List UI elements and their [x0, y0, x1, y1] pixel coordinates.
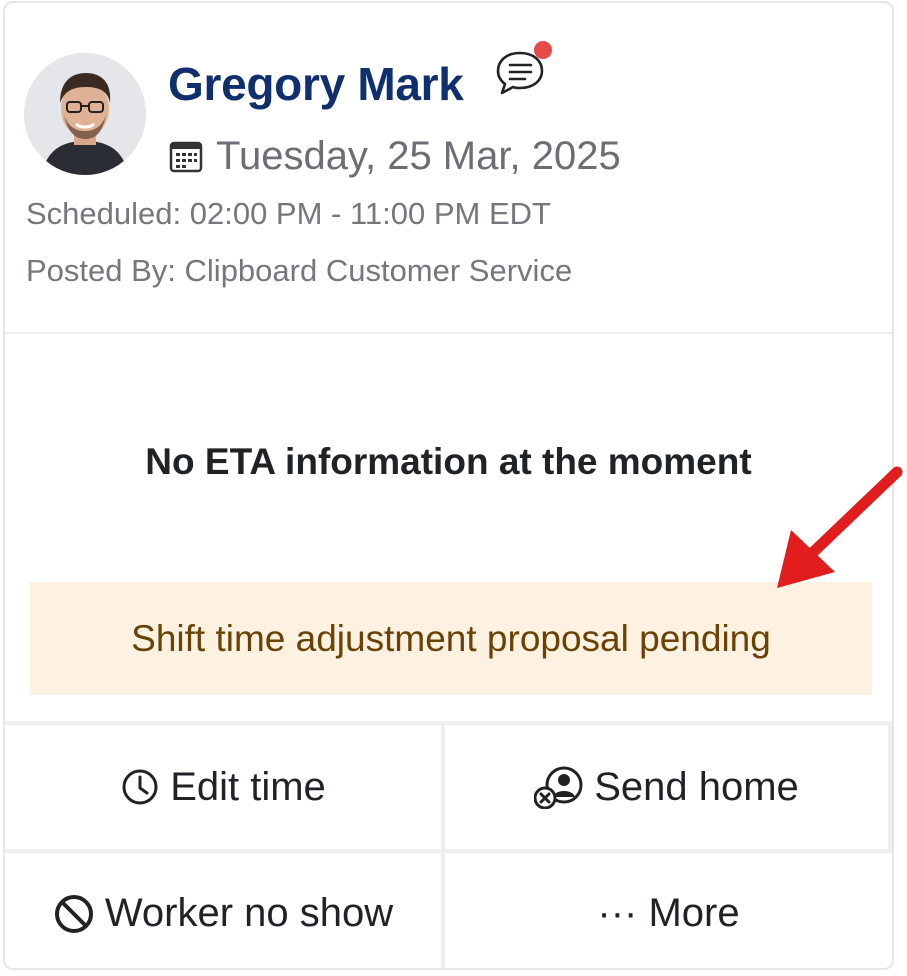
- worker-header: Gregory Mark Tuesday, 25 Mar, 2025 Sched…: [5, 3, 892, 334]
- send-home-label: Send home: [594, 764, 799, 809]
- worker-name[interactable]: Gregory Mark: [168, 57, 464, 111]
- avatar[interactable]: [24, 53, 146, 175]
- more-label: ··· More: [597, 891, 740, 935]
- banner-text: Shift time adjustment proposal pending: [131, 617, 771, 659]
- chat-bubble-icon[interactable]: [494, 41, 554, 97]
- worker-no-show-button[interactable]: Worker no show: [5, 849, 445, 968]
- shift-date-text: Tuesday, 25 Mar, 2025: [216, 133, 621, 178]
- annotation-arrow-icon: [777, 466, 903, 588]
- posted-by: Posted By: Clipboard Customer Service: [26, 253, 573, 288]
- adjustment-pending-banner: Shift time adjustment proposal pending: [30, 582, 872, 695]
- prohibited-icon: [54, 894, 93, 933]
- no-show-label: Worker no show: [104, 891, 394, 935]
- edit-time-button[interactable]: Edit time: [5, 721, 445, 849]
- send-home-button[interactable]: Send home: [445, 721, 892, 849]
- notification-dot: [534, 41, 552, 59]
- edit-time-label: Edit time: [170, 764, 326, 809]
- shift-card: Gregory Mark Tuesday, 25 Mar, 2025 Sched…: [3, 1, 894, 970]
- shift-date: Tuesday, 25 Mar, 2025: [168, 131, 621, 181]
- more-button[interactable]: ··· More: [445, 849, 892, 968]
- clock-icon: [122, 769, 158, 805]
- send-home-icon: [534, 766, 583, 809]
- calendar-icon: [169, 141, 203, 173]
- scheduled-time: Scheduled: 02:00 PM - 11:00 PM EDT: [26, 196, 551, 231]
- eta-message: No ETA information at the moment: [145, 441, 752, 482]
